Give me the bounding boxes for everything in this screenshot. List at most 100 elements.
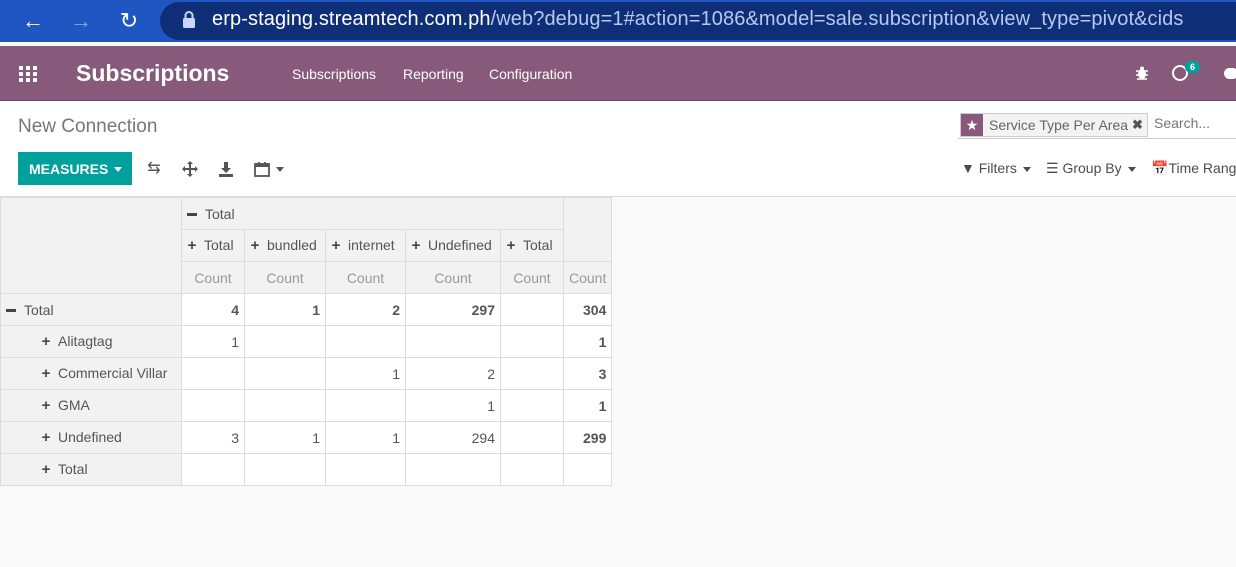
pivot-cell[interactable]: 2 [405,357,501,390]
pivot-cell[interactable] [181,389,245,422]
pivot-cell[interactable] [325,325,406,358]
chevron-down-icon[interactable] [276,167,284,172]
pivot-corner [0,197,182,294]
pivot-row-header[interactable]: + Alitagtag [0,325,182,358]
pivot-cell[interactable] [244,357,326,390]
pivot-col-header[interactable]: + Total [500,229,564,262]
url-host: erp-staging.streamtech.com.ph [212,8,491,30]
pivot-cell[interactable]: 304 [562,293,613,326]
pivot-cell[interactable]: 1 [244,293,326,326]
pivot-cell[interactable] [244,453,326,486]
pivot-col-header[interactable]: + Total [181,229,245,262]
pivot-cell[interactable]: 1 [325,357,406,390]
back-arrow-icon[interactable]: ← [18,6,48,36]
pivot-row-header[interactable]: + GMA [0,389,182,422]
reload-icon[interactable]: ↻ [114,6,144,36]
groupby-menu[interactable]: ☰ Group By [1046,160,1136,177]
pivot-cell[interactable]: 1 [325,421,406,454]
pivot-cell[interactable] [500,293,564,326]
expand-icon: + [187,237,197,254]
app-title[interactable]: Subscriptions [76,60,229,87]
url-text[interactable]: erp-staging.streamtech.com.ph/web?debug=… [212,8,1184,31]
collapse-icon [6,309,16,313]
url-path: /web?debug=1#action=1086&model=sale.subs… [490,8,1184,30]
pivot-cell[interactable] [325,453,406,486]
pivot-cell[interactable]: 1 [244,421,326,454]
pivot-cell[interactable]: 1 [562,325,613,358]
pivot-cell[interactable]: 297 [405,293,501,326]
pivot-header-total[interactable]: Total [181,197,564,230]
pivot-cell[interactable] [181,453,245,486]
pivot-row-header[interactable]: + Total [0,453,182,486]
pivot-cell[interactable] [500,389,564,422]
pivot-cell[interactable]: 294 [405,421,501,454]
pivot-cell[interactable] [500,357,564,390]
filters-menu[interactable]: ▼ Filters [961,160,1031,176]
calendar-icon[interactable] [252,159,272,179]
pivot-cell[interactable]: 299 [562,421,613,454]
timerange-menu[interactable]: 📅Time Rang [1151,160,1236,177]
menu-configuration[interactable]: Configuration [489,66,572,82]
measure-header[interactable]: Count [244,261,326,294]
pivot-cell[interactable] [244,389,326,422]
pivot-cell[interactable]: 1 [405,389,501,422]
apps-menu-icon[interactable] [19,66,37,82]
measure-header[interactable]: Count [500,261,564,294]
pivot-cell[interactable]: 1 [181,325,245,358]
expand-icon: + [41,461,51,478]
list-icon: ☰ [1046,160,1059,176]
control-panel: New Connection ★ Service Type Per Area ✖… [0,101,1236,197]
search-facet[interactable]: ★ Service Type Per Area ✖ [960,113,1148,137]
pivot-col-header[interactable]: + internet [325,229,406,262]
expand-all-icon[interactable] [180,159,200,179]
pivot-cell[interactable] [405,325,501,358]
expand-icon: + [250,237,260,254]
collapse-icon [187,213,197,217]
download-icon[interactable] [216,159,236,179]
pivot-row-label: Undefined [58,429,122,445]
facet-remove-icon[interactable]: ✖ [1132,117,1147,133]
pivot-col-header[interactable]: + bundled [244,229,326,262]
measure-header[interactable]: Count [325,261,406,294]
table-row: + Total [0,453,613,486]
pivot-cell[interactable] [405,453,501,486]
pivot-cell[interactable]: 1 [562,389,613,422]
pivot-col-header[interactable]: + Undefined [405,229,501,262]
pivot-col-label: bundled [267,237,317,253]
pivot-cell[interactable] [562,453,613,486]
table-row: + Alitagtag 1 1 [0,325,613,358]
pivot-row-header[interactable]: + Undefined [0,421,182,454]
filters-label: Filters [978,160,1017,176]
pivot-cell[interactable]: 3 [562,357,613,390]
pivot-row-label: GMA [58,397,90,413]
pivot-cell[interactable] [500,453,564,486]
pivot-row-header[interactable]: + Commercial Villar [0,357,182,390]
pivot-row-header[interactable]: Total [0,293,182,326]
chevron-down-icon [1127,166,1136,172]
measure-header[interactable]: Count [181,261,245,294]
expand-icon: + [506,237,516,254]
messaging-icon[interactable] [1224,68,1236,79]
pivot-cell[interactable] [181,357,245,390]
pivot-header-label: Total [205,205,235,222]
pivot-cell[interactable] [500,421,564,454]
flip-axis-icon[interactable]: ⇆ [144,159,164,179]
pivot-cell[interactable]: 2 [325,293,406,326]
pivot-cell[interactable] [325,389,406,422]
menu-subscriptions[interactable]: Subscriptions [292,66,376,82]
pivot-cell[interactable] [500,325,564,358]
search-input[interactable] [1154,115,1234,131]
pivot-cell[interactable] [244,325,326,358]
measures-label: MEASURES [29,160,109,177]
table-row: + Commercial Villar 1 2 3 [0,357,613,390]
pivot-table: Total + Total + bundled + internet + Undefin… [0,197,613,486]
measure-header[interactable]: Count [405,261,501,294]
pivot-cell[interactable]: 3 [181,421,245,454]
menu-reporting[interactable]: Reporting [403,66,464,82]
debug-bug-icon[interactable] [1134,65,1150,81]
expand-icon: + [331,237,341,254]
forward-arrow-icon[interactable]: → [66,6,96,36]
measures-button[interactable]: MEASURES [18,152,132,185]
measure-header[interactable]: Count [562,261,613,294]
pivot-cell[interactable]: 4 [181,293,245,326]
